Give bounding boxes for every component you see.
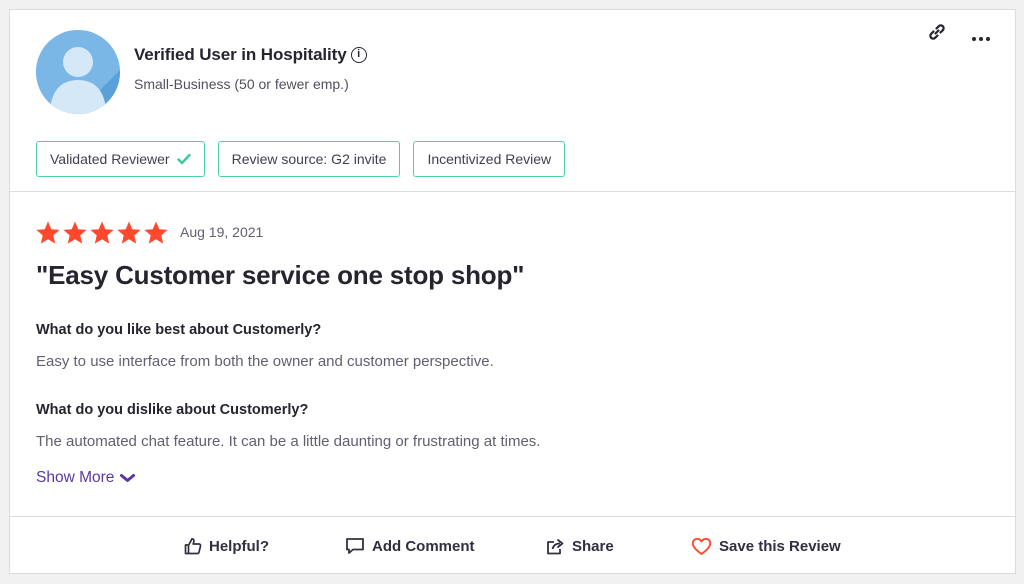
review-card: Verified User in Hospitality i Small-Bus… xyxy=(9,9,1016,574)
reviewer-name: Verified User in Hospitality i xyxy=(134,45,367,65)
comment-icon xyxy=(346,538,364,554)
star-rating xyxy=(35,220,169,246)
answer-like-best: Easy to use interface from both the owne… xyxy=(36,353,494,370)
more-options-icon[interactable] xyxy=(970,28,992,42)
star-icon xyxy=(90,221,114,244)
avatar xyxy=(36,30,120,114)
review-actions: Helpful? Add Comment Share Save this Rev… xyxy=(10,517,1015,575)
thumbs-up-icon xyxy=(184,537,202,555)
heart-icon xyxy=(691,537,712,555)
review-title: "Easy Customer service one stop shop" xyxy=(36,260,525,290)
helpful-button[interactable]: Helpful? xyxy=(184,517,269,575)
badge-list: Validated Reviewer Review source: G2 inv… xyxy=(36,141,566,177)
badge-validated-reviewer: Validated Reviewer xyxy=(36,141,205,177)
chevron-down-icon xyxy=(120,474,136,482)
share-icon xyxy=(547,538,564,554)
reviewer-company-size: Small-Business (50 or fewer emp.) xyxy=(134,76,349,92)
share-button[interactable]: Share xyxy=(546,517,614,575)
user-silhouette-icon xyxy=(36,30,120,114)
star-icon xyxy=(144,221,168,244)
add-comment-button[interactable]: Add Comment xyxy=(345,517,475,575)
question-dislike: What do you dislike about Customerly? xyxy=(36,402,309,418)
save-review-button[interactable]: Save this Review xyxy=(691,517,841,575)
star-icon xyxy=(63,221,87,244)
show-more-link[interactable]: Show More xyxy=(36,469,136,487)
question-like-best: What do you like best about Customerly? xyxy=(36,322,322,338)
badge-incentivized: Incentivized Review xyxy=(413,141,566,177)
answer-dislike: The automated chat feature. It can be a … xyxy=(36,433,541,450)
divider xyxy=(10,191,1015,192)
review-date: Aug 19, 2021 xyxy=(180,224,264,240)
link-icon[interactable] xyxy=(927,22,947,42)
check-icon xyxy=(176,153,191,165)
badge-review-source: Review source: G2 invite xyxy=(217,141,401,177)
info-circle-icon[interactable]: i xyxy=(350,47,367,63)
star-icon xyxy=(36,221,60,244)
star-icon xyxy=(117,221,141,244)
